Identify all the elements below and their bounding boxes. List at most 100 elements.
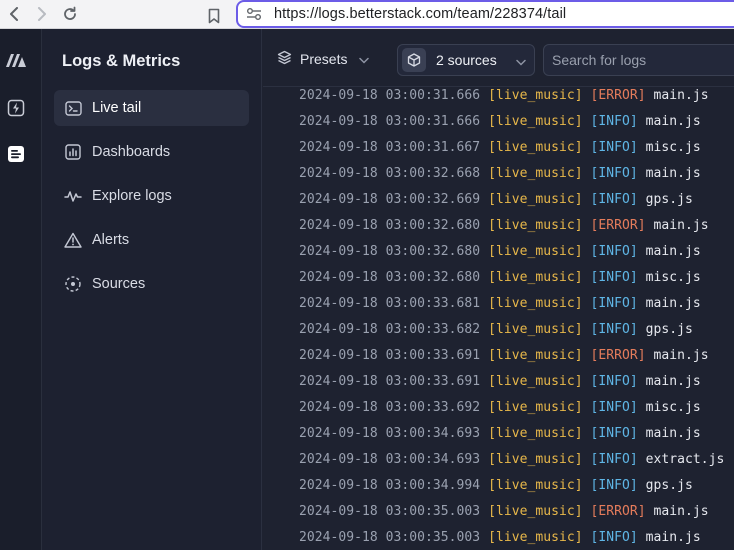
log-level: [ERROR]	[590, 218, 646, 233]
log-timestamp: 2024-09-18 03:00:32.668	[299, 166, 481, 181]
log-timestamp: 2024-09-18 03:00:32.680	[299, 244, 481, 259]
sources-dropdown[interactable]: 2 sources	[397, 44, 535, 76]
app: Logs & Metrics Live tail Dashboards Expl…	[0, 29, 734, 550]
log-file: gps.js	[645, 322, 693, 337]
log-row[interactable]: 2024-09-18 03:00:31.666 [live_music] [IN…	[299, 109, 734, 135]
log-file: extract.js	[645, 452, 725, 467]
chevron-down-icon	[359, 51, 370, 67]
log-row[interactable]: 2024-09-18 03:00:32.680 [live_music] [ER…	[299, 213, 734, 239]
log-source: [live_music]	[488, 452, 583, 467]
address-bar[interactable]: https://logs.betterstack.com/team/228374…	[236, 0, 734, 28]
log-timestamp: 2024-09-18 03:00:33.692	[299, 400, 481, 415]
cube-icon	[402, 48, 426, 72]
rail-logs[interactable]	[5, 143, 27, 165]
log-file: main.js	[645, 244, 701, 259]
log-file: main.js	[653, 218, 709, 233]
chevron-down-icon	[516, 53, 526, 69]
log-row[interactable]: 2024-09-18 03:00:34.693 [live_music] [IN…	[299, 421, 734, 447]
log-row[interactable]: 2024-09-18 03:00:35.003 [live_music] [IN…	[299, 525, 734, 550]
rail-uptime[interactable]	[5, 97, 27, 119]
search-input[interactable]	[544, 45, 734, 75]
log-row[interactable]: 2024-09-18 03:00:31.666 [live_music] [ER…	[299, 87, 734, 109]
back-button[interactable]	[0, 0, 28, 28]
sidebar-item-explore-logs[interactable]: Explore logs	[54, 178, 249, 214]
log-timestamp: 2024-09-18 03:00:32.680	[299, 270, 481, 285]
log-timestamp: 2024-09-18 03:00:33.682	[299, 322, 481, 337]
sidebar-item-live-tail[interactable]: Live tail	[54, 90, 249, 126]
sidebar: Logs & Metrics Live tail Dashboards Expl…	[42, 29, 262, 550]
log-timestamp: 2024-09-18 03:00:35.003	[299, 504, 481, 519]
main-panel: Presets 2 sources 2024-09-18 03:00:31.66…	[263, 29, 734, 550]
log-row[interactable]: 2024-09-18 03:00:33.692 [live_music] [IN…	[299, 395, 734, 421]
log-level: [INFO]	[590, 166, 638, 181]
log-file: main.js	[645, 426, 701, 441]
browser-toolbar: https://logs.betterstack.com/team/228374…	[0, 0, 734, 29]
log-rows: 2024-09-18 03:00:31.666 [live_music] [ER…	[299, 87, 734, 550]
reload-button[interactable]	[56, 0, 84, 28]
log-source: [live_music]	[488, 348, 583, 363]
sidebar-item-dashboards[interactable]: Dashboards	[54, 134, 249, 170]
log-timestamp: 2024-09-18 03:00:33.691	[299, 348, 481, 363]
log-source: [live_music]	[488, 166, 583, 181]
presets-dropdown[interactable]: Presets	[277, 45, 370, 73]
log-row[interactable]: 2024-09-18 03:00:32.680 [live_music] [IN…	[299, 239, 734, 265]
sidebar-item-label: Sources	[92, 276, 146, 292]
log-file: main.js	[645, 530, 701, 545]
sidebar-item-sources[interactable]: Sources	[54, 266, 249, 302]
log-row[interactable]: 2024-09-18 03:00:34.994 [live_music] [IN…	[299, 473, 734, 499]
pulse-icon	[64, 187, 82, 205]
log-timestamp: 2024-09-18 03:00:32.669	[299, 192, 481, 207]
log-level: [INFO]	[590, 270, 638, 285]
logs-icon	[8, 146, 24, 162]
log-row[interactable]: 2024-09-18 03:00:31.667 [live_music] [IN…	[299, 135, 734, 161]
lightning-icon	[7, 99, 25, 117]
log-row[interactable]: 2024-09-18 03:00:32.680 [live_music] [IN…	[299, 265, 734, 291]
sidebar-title: Logs & Metrics	[62, 52, 181, 70]
log-row[interactable]: 2024-09-18 03:00:32.668 [live_music] [IN…	[299, 161, 734, 187]
betterstack-logo-icon	[6, 54, 26, 67]
log-file: main.js	[645, 296, 701, 311]
log-level: [INFO]	[590, 452, 638, 467]
forward-button[interactable]	[28, 0, 56, 28]
log-row[interactable]: 2024-09-18 03:00:33.681 [live_music] [IN…	[299, 291, 734, 317]
site-settings-icon	[247, 8, 261, 20]
log-row[interactable]: 2024-09-18 03:00:33.691 [live_music] [IN…	[299, 369, 734, 395]
log-row[interactable]: 2024-09-18 03:00:34.693 [live_music] [IN…	[299, 447, 734, 473]
log-level: [INFO]	[590, 426, 638, 441]
betterstack-logo[interactable]	[5, 49, 27, 71]
log-source: [live_music]	[488, 192, 583, 207]
sidebar-item-label: Live tail	[92, 100, 142, 116]
log-row[interactable]: 2024-09-18 03:00:32.669 [live_music] [IN…	[299, 187, 734, 213]
presets-label: Presets	[300, 51, 348, 67]
log-source: [live_music]	[488, 504, 583, 519]
log-stream[interactable]: 2024-09-18 03:00:31.666 [live_music] [ER…	[263, 87, 734, 550]
log-timestamp: 2024-09-18 03:00:34.994	[299, 478, 481, 493]
log-timestamp: 2024-09-18 03:00:33.681	[299, 296, 481, 311]
log-row[interactable]: 2024-09-18 03:00:33.682 [live_music] [IN…	[299, 317, 734, 343]
log-file: misc.js	[645, 140, 701, 155]
log-source: [live_music]	[488, 296, 583, 311]
log-row[interactable]: 2024-09-18 03:00:35.003 [live_music] [ER…	[299, 499, 734, 525]
log-source: [live_music]	[488, 244, 583, 259]
log-timestamp: 2024-09-18 03:00:34.693	[299, 452, 481, 467]
log-source: [live_music]	[488, 400, 583, 415]
log-level: [INFO]	[590, 244, 638, 259]
log-source: [live_music]	[488, 374, 583, 389]
bookmark-button[interactable]	[200, 2, 228, 30]
log-row[interactable]: 2024-09-18 03:00:33.691 [live_music] [ER…	[299, 343, 734, 369]
search-box[interactable]	[543, 44, 734, 76]
sources-label: 2 sources	[436, 52, 497, 68]
log-file: main.js	[645, 374, 701, 389]
log-file: main.js	[653, 88, 709, 103]
log-file: main.js	[653, 348, 709, 363]
log-timestamp: 2024-09-18 03:00:34.693	[299, 426, 481, 441]
log-level: [INFO]	[590, 296, 638, 311]
log-source: [live_music]	[488, 140, 583, 155]
log-level: [ERROR]	[590, 348, 646, 363]
sidebar-item-alerts[interactable]: Alerts	[54, 222, 249, 258]
log-timestamp: 2024-09-18 03:00:32.680	[299, 218, 481, 233]
log-file: misc.js	[645, 400, 701, 415]
log-file: gps.js	[645, 478, 693, 493]
log-level: [INFO]	[590, 192, 638, 207]
log-source: [live_music]	[488, 322, 583, 337]
